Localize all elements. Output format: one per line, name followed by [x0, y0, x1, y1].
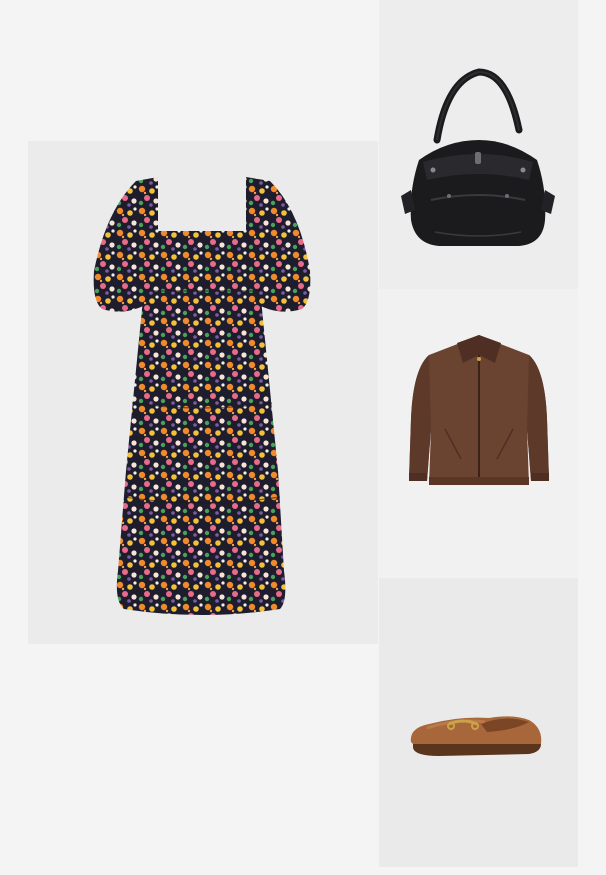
black-handbag-icon: [401, 68, 555, 246]
product-tile-loafer[interactable]: [379, 578, 578, 867]
brown-jacket-icon: [409, 335, 549, 485]
product-tile-dress[interactable]: [28, 141, 378, 644]
product-tile-handbag[interactable]: [379, 0, 578, 289]
tan-loafer-icon: [410, 716, 542, 756]
product-tile-jacket[interactable]: [379, 289, 578, 578]
floral-dress-icon: [93, 177, 311, 615]
outfit-collage: [0, 0, 606, 875]
